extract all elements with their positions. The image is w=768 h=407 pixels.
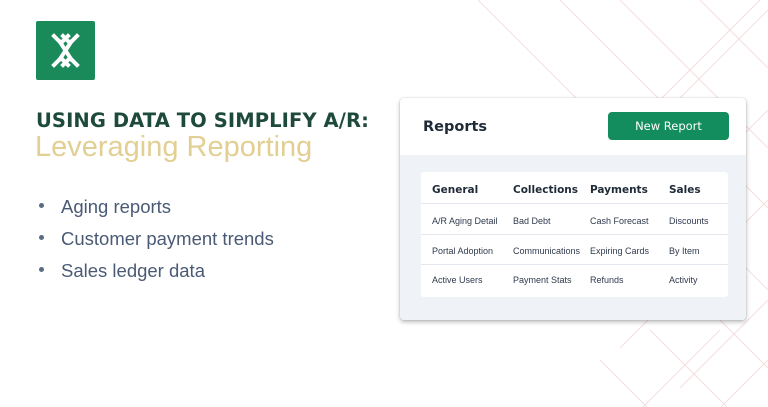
feature-list-item: Aging reports [38,196,274,228]
report-link-ar-aging-detail[interactable]: A/R Aging Detail [432,216,498,226]
column-header-collections: Collections [513,184,579,196]
report-link-cash-forecast[interactable]: Cash Forecast [590,216,649,226]
company-logo [36,21,95,80]
report-link-expiring-cards[interactable]: Expiring Cards [590,246,649,256]
x-arrows-logo-icon [51,33,80,68]
report-link-active-users[interactable]: Active Users [432,275,483,285]
report-link-portal-adoption[interactable]: Portal Adoption [432,246,493,256]
feature-list-item: Customer payment trends [38,228,274,260]
report-link-bad-debt[interactable]: Bad Debt [513,216,551,226]
feature-label: Customer payment trends [61,228,274,249]
report-link-refunds[interactable]: Refunds [590,275,624,285]
reports-body: General Collections Payments Sales A/R A… [400,155,746,320]
reports-table: General Collections Payments Sales A/R A… [421,172,728,297]
report-link-activity[interactable]: Activity [669,275,698,285]
subheadline: Leveraging Reporting [35,131,313,163]
column-header-general: General [432,184,479,196]
feature-list-item: Sales ledger data [38,260,274,292]
new-report-button[interactable]: New Report [608,112,729,140]
reports-title: Reports [423,119,488,135]
report-link-by-item[interactable]: By Item [669,246,700,256]
bullet-icon [39,203,44,208]
bullet-icon [39,267,44,272]
row-divider [421,264,728,265]
column-header-sales: Sales [669,184,701,196]
reports-panel: Reports New Report General Collections P… [400,98,746,320]
feature-list: Aging reports Customer payment trends Sa… [38,196,274,292]
headline: USING DATA TO SIMPLIFY A/R: [36,109,369,132]
bullet-icon [39,235,44,240]
report-link-payment-stats[interactable]: Payment Stats [513,275,572,285]
report-link-discounts[interactable]: Discounts [669,216,709,226]
feature-label: Aging reports [61,196,172,217]
report-link-communications[interactable]: Communications [513,246,580,256]
feature-label: Sales ledger data [61,260,205,281]
row-divider [421,203,728,204]
column-header-payments: Payments [590,184,648,196]
row-divider [421,234,728,235]
